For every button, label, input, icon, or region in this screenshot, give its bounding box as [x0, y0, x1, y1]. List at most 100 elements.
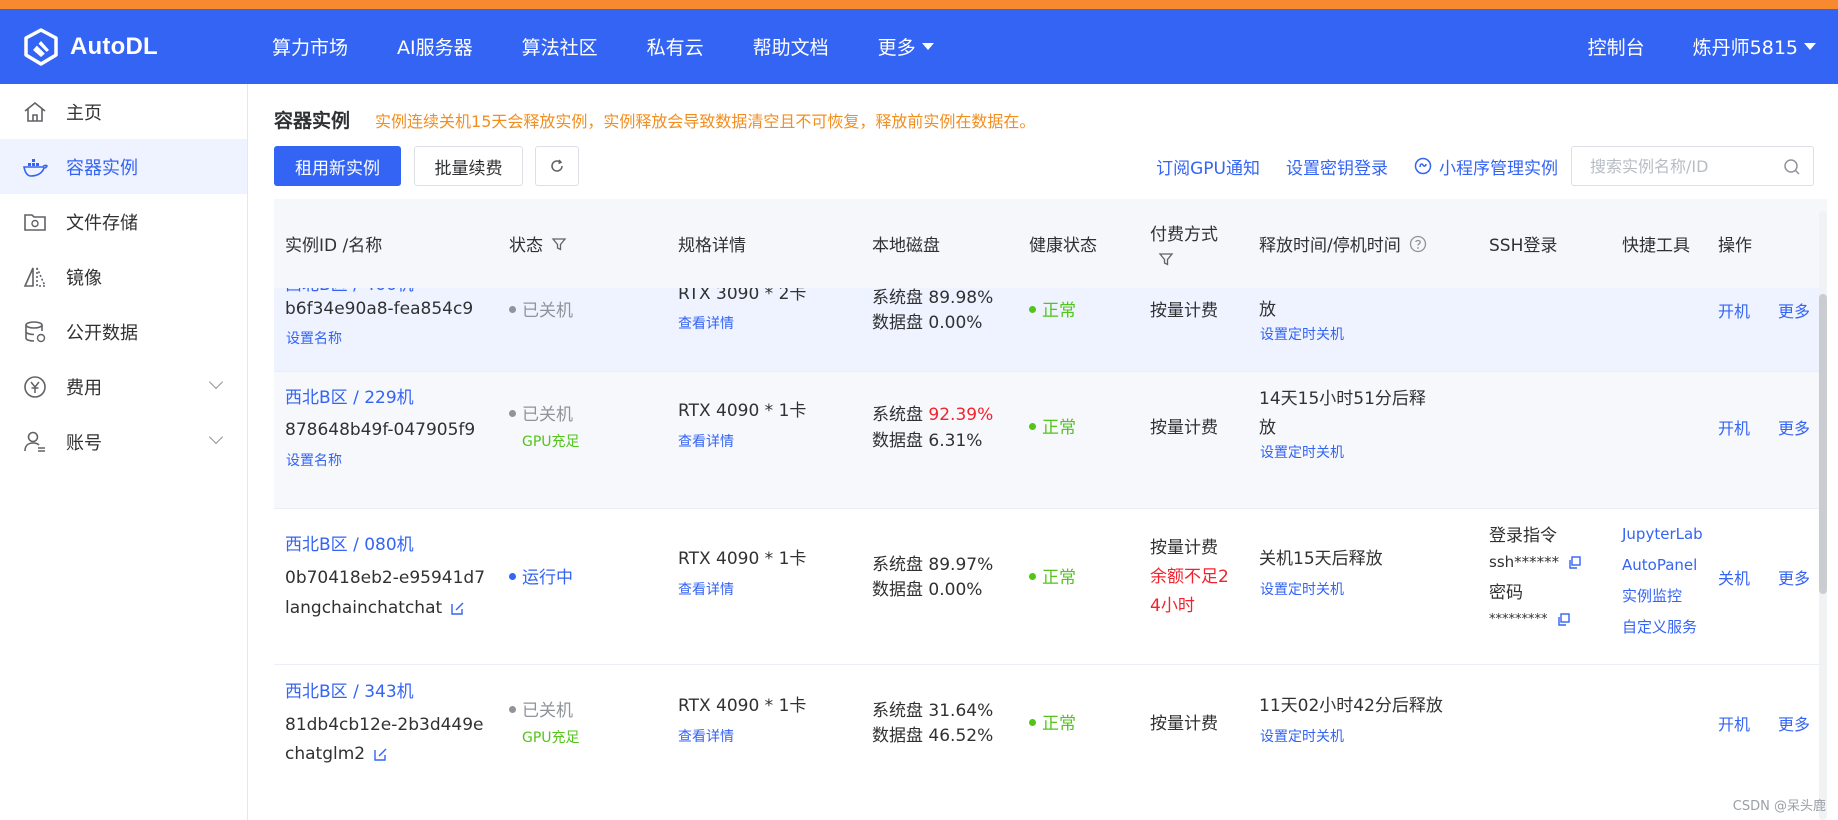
sidebar: 主页 容器实例 文件存储 镜像 公开数据 费用 账号	[0, 84, 248, 820]
sidebar-item-instances[interactable]: 容器实例	[0, 139, 247, 194]
health-text: 正常	[1042, 301, 1076, 321]
region-link[interactable]: 西北B区 / 343机	[285, 678, 414, 707]
search-input[interactable]	[1590, 147, 1785, 185]
search-icon[interactable]	[1783, 158, 1801, 176]
edit-icon[interactable]	[373, 747, 388, 762]
status-dot	[509, 305, 516, 313]
copy-icon[interactable]	[1567, 555, 1582, 570]
nav-label: AI服务器	[397, 37, 473, 59]
tool-custom-service[interactable]: 自定义服务	[1622, 613, 1697, 642]
pay-type: 按量计费	[1150, 538, 1218, 558]
disk-label: 数据盘	[872, 580, 923, 600]
sidebar-item-images[interactable]: 镜像	[0, 249, 247, 304]
timer-shutdown-link[interactable]: 设置定时关机	[1260, 439, 1344, 468]
nav-item-ai-server[interactable]: AI服务器	[397, 33, 473, 60]
col-release: 释放时间/停机时间	[1259, 199, 1427, 288]
help-icon[interactable]	[1409, 235, 1427, 253]
power-off-button[interactable]: 关机	[1718, 564, 1750, 593]
more-button[interactable]: 更多	[1778, 414, 1810, 443]
instance-table: 西北B区 / 466机 b6f34e90a8-fea854c9 设置名称 已关机…	[274, 199, 1827, 820]
main-content: 容器实例 实例连续关机15天会释放实例，实例释放会导致数据清空且不可恢复，释放前…	[249, 84, 1838, 820]
console-label: 控制台	[1587, 37, 1645, 59]
status-dot	[509, 572, 516, 580]
nav-item-more[interactable]: 更多	[878, 33, 934, 60]
health-cell: 正常	[1029, 564, 1076, 593]
nav-right: 控制台 炼丹师5815	[1540, 9, 1816, 84]
autodl-logo-icon	[24, 28, 58, 66]
chevron-down-icon	[208, 429, 224, 445]
filter-icon[interactable]	[1158, 251, 1174, 267]
power-on-button[interactable]: 开机	[1718, 710, 1750, 739]
sidebar-item-account[interactable]: 账号	[0, 414, 247, 469]
timer-shutdown-link[interactable]: 设置定时关机	[1260, 321, 1344, 350]
sidebar-item-storage[interactable]: 文件存储	[0, 194, 247, 249]
nav-item-private-cloud[interactable]: 私有云	[647, 33, 704, 60]
health-cell: 正常	[1029, 710, 1076, 739]
release-time: 11天02小时42分后释放	[1259, 696, 1443, 716]
disk-label: 系统盘	[872, 405, 923, 425]
nav-label: 帮助文档	[752, 37, 829, 59]
tool-autopanel[interactable]: AutoPanel	[1622, 551, 1697, 580]
instance-id: 81db4cb12e-2b3d449e	[285, 715, 484, 735]
col-tools: 快捷工具	[1622, 236, 1690, 256]
region-link[interactable]: 西北B区 / 229机	[285, 384, 414, 413]
tool-monitor[interactable]: 实例监控	[1622, 582, 1682, 611]
col-id-name: 实例ID /名称	[285, 236, 383, 256]
more-button[interactable]: 更多	[1778, 710, 1810, 739]
spec-detail-link[interactable]: 查看详情	[678, 723, 734, 752]
health-dot	[1029, 572, 1036, 580]
subscribe-gpu-link[interactable]: 订阅GPU通知	[1156, 154, 1260, 179]
balance-warning-line: 4小时	[1150, 596, 1195, 616]
region-link[interactable]: 西北B区 / 080机	[285, 531, 414, 560]
status-text: 已关机	[522, 405, 573, 425]
status-dot	[509, 705, 516, 713]
spec-detail-link[interactable]: 查看详情	[678, 310, 734, 339]
nav-item-docs[interactable]: 帮助文档	[753, 33, 829, 60]
more-button[interactable]: 更多	[1778, 297, 1810, 326]
release-line: 14天15小时51分后释	[1259, 389, 1426, 409]
set-name-link[interactable]: 设置名称	[286, 325, 342, 354]
sidebar-item-billing[interactable]: 费用	[0, 359, 247, 414]
data-disk: 数据盘 0.00%	[872, 576, 982, 605]
new-instance-button[interactable]: 租用新实例	[274, 146, 401, 186]
power-on-button[interactable]: 开机	[1718, 414, 1750, 443]
ssh-pwd-label: 密码	[1489, 583, 1523, 603]
tool-jupyterlab[interactable]: JupyterLab	[1622, 520, 1703, 549]
sidebar-item-label: 公开数据	[66, 322, 138, 344]
refresh-button[interactable]	[535, 146, 579, 186]
copy-icon[interactable]	[1556, 612, 1571, 627]
edit-icon[interactable]	[450, 601, 465, 616]
power-on-button[interactable]: 开机	[1718, 297, 1750, 326]
more-button[interactable]: 更多	[1778, 564, 1810, 593]
filter-icon[interactable]	[551, 236, 567, 252]
health-cell: 正常	[1029, 414, 1076, 443]
nav-item-community[interactable]: 算法社区	[522, 33, 598, 60]
nav-item-market[interactable]: 算力市场	[272, 33, 348, 60]
sidebar-item-home[interactable]: 主页	[0, 84, 247, 139]
batch-renew-button[interactable]: 批量续费	[414, 146, 523, 186]
instance-name-text: chatglm2	[285, 744, 366, 764]
user-menu[interactable]: 炼丹师5815	[1693, 33, 1816, 60]
balance-warning-line: 余额不足2	[1150, 567, 1229, 587]
disk-value: 0.00%	[928, 313, 983, 333]
timer-shutdown-link[interactable]: 设置定时关机	[1260, 576, 1344, 605]
table-scrollbar-thumb[interactable]	[1819, 294, 1827, 594]
col-label: 付费方式	[1150, 225, 1218, 245]
watermark: CSDN @呆头鹿	[1732, 799, 1826, 814]
miniprogram-link[interactable]: 小程序管理实例	[1414, 154, 1558, 179]
sidebar-item-label: 主页	[66, 102, 102, 124]
spec-detail-link[interactable]: 查看详情	[678, 428, 734, 457]
sidebar-item-public-data[interactable]: 公开数据	[0, 304, 247, 359]
timer-shutdown-link[interactable]: 设置定时关机	[1260, 723, 1344, 752]
spec-detail-link[interactable]: 查看详情	[678, 576, 734, 605]
top-accent-stripe	[0, 0, 1838, 9]
status-dot	[509, 409, 516, 417]
col-pay: 付费方式	[1150, 199, 1218, 288]
toolbar: 租用新实例 批量续费 订阅GPU通知 设置密钥登录 小程序管理实例	[274, 146, 1814, 188]
set-name-link[interactable]: 设置名称	[286, 447, 342, 476]
logo[interactable]: AutoDL	[22, 28, 158, 66]
docker-icon	[23, 158, 48, 177]
console-link[interactable]: 控制台	[1588, 33, 1645, 60]
key-login-link[interactable]: 设置密钥登录	[1286, 154, 1388, 179]
toolbar-links: 订阅GPU通知 设置密钥登录 小程序管理实例	[1130, 146, 1558, 186]
